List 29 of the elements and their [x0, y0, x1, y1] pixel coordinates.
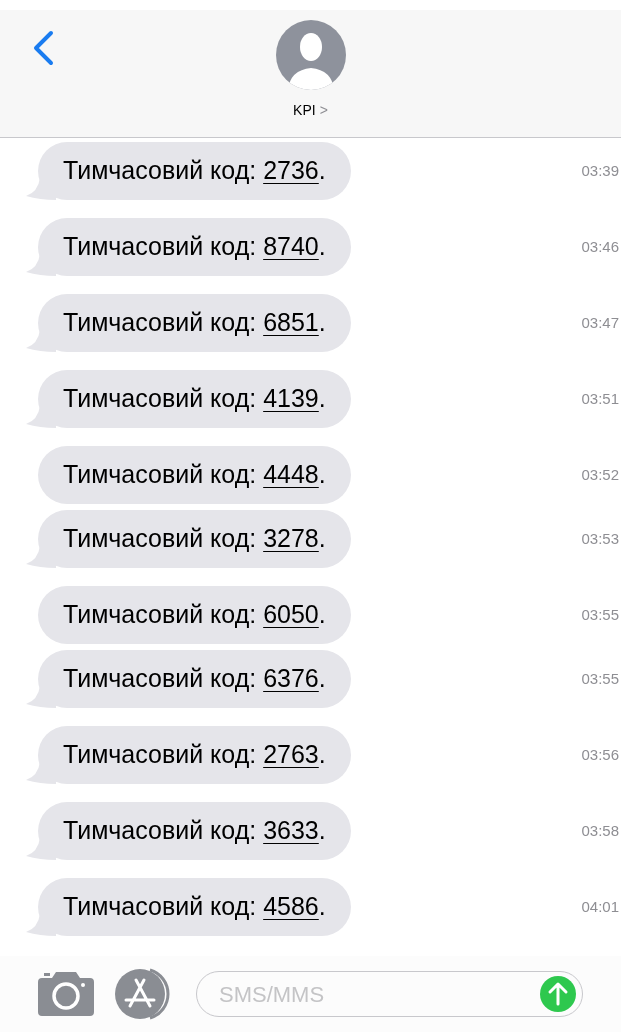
message-text: Тимчасовий код: 3633.: [63, 815, 326, 847]
message-text: Тимчасовий код: 4448.: [63, 459, 326, 491]
contact-name[interactable]: KPI: [293, 100, 316, 121]
message-time: 03:51: [581, 388, 619, 409]
message-time: 03:55: [581, 668, 619, 689]
message-time: 03:58: [581, 820, 619, 841]
message-text: Тимчасовий код: 4586.: [63, 891, 326, 923]
message-time: 03:47: [581, 312, 619, 333]
send-icon[interactable]: [540, 976, 576, 1012]
message-text: Тимчасовий код: 6376.: [63, 663, 326, 695]
message-text: Тимчасовий код: 2736.: [63, 155, 326, 187]
chevron-icon: >: [319, 100, 328, 121]
message-text: Тимчасовий код: 6851.: [63, 307, 326, 339]
back-icon[interactable]: [32, 30, 54, 66]
camera-icon[interactable]: [38, 972, 94, 1016]
message-time: 03:52: [581, 464, 619, 485]
message-field[interactable]: SMS/MMS: [219, 977, 540, 1011]
message-text: Тимчасовий код: 3278.: [63, 523, 326, 555]
message-time: 03:55: [581, 604, 619, 625]
message-time: 04:01: [581, 896, 619, 917]
message-text: Тимчасовий код: 8740.: [63, 231, 326, 263]
message-time: 03:56: [581, 744, 619, 765]
message-time: 03:39: [581, 160, 619, 181]
message-text: Тимчасовий код: 6050.: [63, 599, 326, 631]
message-text: Тимчасовий код: 4139.: [63, 383, 326, 415]
avatar-icon[interactable]: [275, 20, 346, 90]
message-text: Тимчасовий код: 2763.: [63, 739, 326, 771]
message-time: 03:53: [581, 528, 619, 549]
message-time: 03:46: [581, 236, 619, 257]
